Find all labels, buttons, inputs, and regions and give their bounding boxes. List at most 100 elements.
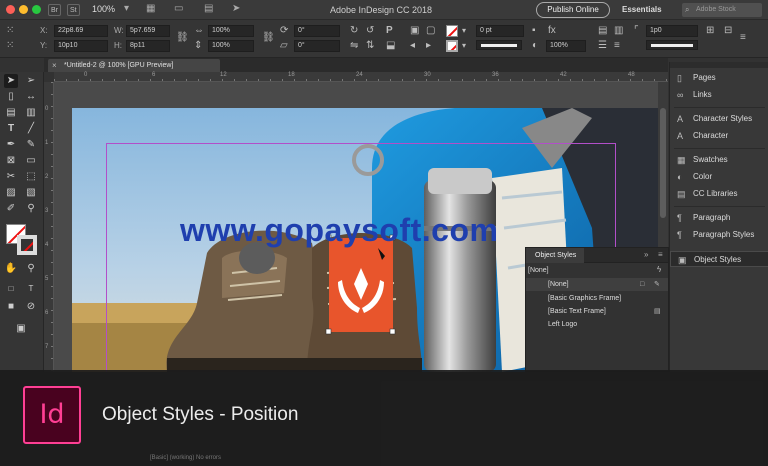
dock-paragraph-styles[interactable]: ¶ Paragraph Styles: [670, 227, 768, 243]
select-previous-icon[interactable]: ◂: [410, 40, 415, 52]
select-content-icon[interactable]: ▢: [426, 25, 435, 37]
fill-stroke-proxy[interactable]: [6, 224, 38, 256]
panel-menu-icon[interactable]: ≡: [740, 32, 746, 44]
rotate-cw-icon[interactable]: ↻: [350, 25, 358, 37]
publish-online-button[interactable]: Publish Online: [536, 2, 610, 18]
opacity-field[interactable]: 100%: [546, 40, 586, 52]
note-tool[interactable]: ✐: [4, 202, 18, 216]
screen-mode-icon[interactable]: ▣: [14, 322, 28, 336]
quick-apply-icon[interactable]: ϟ: [657, 265, 661, 274]
corner-size-field[interactable]: 1p0: [646, 25, 698, 37]
reference-point-icon[interactable]: ⁙: [6, 25, 14, 37]
stroke-proxy[interactable]: [17, 235, 37, 255]
free-transform-tool[interactable]: ⬚: [24, 170, 38, 184]
vertical-ruler[interactable]: 0 1 2 3 4 5 6 7: [44, 82, 54, 372]
scale-x-field[interactable]: 100%: [208, 25, 254, 37]
drop-shadow-icon[interactable]: ▪: [532, 25, 536, 37]
scissors-tool[interactable]: ✂: [4, 170, 18, 184]
screen-mode-icon[interactable]: ▭: [174, 3, 183, 14]
text-wrap-icon[interactable]: ▤: [598, 25, 607, 37]
stroke-swatch[interactable]: [446, 40, 458, 52]
width-field[interactable]: 5p7.659: [126, 25, 170, 37]
pencil-tool[interactable]: ✎: [24, 138, 38, 152]
zoom-tool[interactable]: ⚲: [24, 262, 38, 276]
direct-selection-tool[interactable]: ➢: [24, 74, 38, 88]
style-row-none[interactable]: [None] □ ✎: [526, 278, 668, 291]
formatting-text-icon[interactable]: T: [24, 282, 38, 296]
minimize-window-button[interactable]: [19, 5, 28, 14]
reference-point-grid-icon[interactable]: ⁙: [6, 40, 14, 52]
flip-horizontal-icon[interactable]: ⇋: [350, 40, 358, 52]
bridge-button[interactable]: Br: [48, 4, 61, 16]
dock-cc-libraries[interactable]: ▤ CC Libraries: [670, 186, 768, 202]
type-tool[interactable]: T: [4, 122, 18, 136]
corner-style-selector[interactable]: [646, 40, 698, 50]
align-center-icon[interactable]: ≡: [614, 40, 620, 52]
style-row-left-logo[interactable]: Left Logo: [526, 318, 668, 331]
paragraph-icon[interactable]: P: [386, 25, 393, 37]
x-position-field[interactable]: 22p8.69: [54, 25, 108, 37]
content-collector-tool[interactable]: ▤: [4, 106, 18, 120]
workspace-switcher[interactable]: Essentials: [622, 5, 662, 14]
select-container-icon[interactable]: ▣: [410, 25, 419, 37]
object-styles-tab[interactable]: Object Styles: [526, 248, 584, 263]
selection-tool[interactable]: ➤: [4, 74, 18, 88]
stock-search-input[interactable]: ⌕ Adobe Stock: [682, 3, 762, 17]
hand-tool[interactable]: ✋: [4, 262, 18, 276]
flip-vertical-icon[interactable]: ⇅: [366, 40, 374, 52]
text-wrap-around-icon[interactable]: ▥: [614, 25, 623, 37]
auto-fit-icon[interactable]: ⊞: [706, 25, 714, 37]
gradient-swatch-tool[interactable]: ▨: [4, 186, 18, 200]
pen-tool[interactable]: ✒: [4, 138, 18, 152]
fill-swatch[interactable]: [446, 25, 458, 37]
dock-object-styles[interactable]: ▣ Object Styles: [670, 251, 768, 267]
eyedropper-tool[interactable]: ⚲: [24, 202, 38, 216]
line-tool[interactable]: ╱: [24, 122, 38, 136]
effects-icon[interactable]: fx: [548, 25, 556, 37]
gap-tool[interactable]: ↔: [24, 90, 38, 104]
rectangle-frame-tool[interactable]: ⊠: [4, 154, 18, 168]
style-row-basic-graphics-frame[interactable]: [Basic Graphics Frame]: [526, 292, 668, 305]
rotate-ccw-icon[interactable]: ↺: [366, 25, 374, 37]
stroke-weight-field[interactable]: 0 pt: [476, 25, 524, 37]
align-left-icon[interactable]: ☰: [598, 40, 607, 52]
content-placer-tool[interactable]: ▥: [24, 106, 38, 120]
rectangle-tool[interactable]: ▭: [24, 154, 38, 168]
fill-dropdown-icon[interactable]: ▾: [462, 25, 466, 37]
scroll-thumb[interactable]: [660, 108, 666, 218]
corner-shape-icon[interactable]: ⌜: [634, 25, 639, 37]
dock-color[interactable]: ◐ Color: [670, 169, 768, 185]
close-window-button[interactable]: [6, 5, 15, 14]
frame-fitting-icon[interactable]: ⊟: [724, 25, 732, 37]
share-icon[interactable]: ➤: [232, 3, 240, 14]
dock-character-styles[interactable]: A Character Styles: [670, 111, 768, 127]
arrange-documents-icon[interactable]: ▤: [204, 3, 213, 14]
shear-field[interactable]: 0°: [294, 40, 340, 52]
dock-links[interactable]: ∞ Links: [670, 87, 768, 103]
zoom-level-menu[interactable]: 100%: [92, 4, 115, 14]
dock-swatches[interactable]: ▦ Swatches: [670, 152, 768, 168]
constrain-proportions-icon[interactable]: ⛓: [176, 32, 189, 44]
constrain-scale-icon[interactable]: ⛓: [262, 32, 275, 44]
panel-menu-icon[interactable]: ≡: [658, 250, 663, 259]
apply-none-icon[interactable]: ⊘: [24, 300, 38, 314]
dock-character[interactable]: A Character: [670, 128, 768, 144]
chevron-down-icon[interactable]: ▾: [124, 3, 129, 14]
close-tab-icon[interactable]: ×: [52, 59, 57, 72]
collapse-panel-icon[interactable]: »: [644, 250, 648, 259]
rotate-field[interactable]: 0°: [294, 25, 340, 37]
style-row-basic-text-frame[interactable]: [Basic Text Frame] ▤: [526, 305, 668, 318]
flip-state-icon[interactable]: ⬓: [386, 40, 395, 52]
horizontal-ruler[interactable]: 0 6 12 18 24 30 36 42 48: [54, 72, 668, 82]
apply-color-icon[interactable]: ■: [4, 300, 18, 314]
stroke-type-selector[interactable]: [476, 40, 522, 50]
formatting-container-icon[interactable]: □: [4, 282, 18, 296]
scale-y-field[interactable]: 100%: [208, 40, 254, 52]
page-tool[interactable]: ▯: [4, 90, 18, 104]
y-position-field[interactable]: 10p10: [54, 40, 108, 52]
gradient-feather-tool[interactable]: ▧: [24, 186, 38, 200]
stroke-dropdown-icon[interactable]: ▾: [462, 40, 466, 52]
select-next-icon[interactable]: ▸: [426, 40, 431, 52]
document-tab[interactable]: × *Untitled-2 @ 100% [GPU Preview]: [48, 59, 220, 72]
stock-button[interactable]: St: [67, 4, 80, 16]
